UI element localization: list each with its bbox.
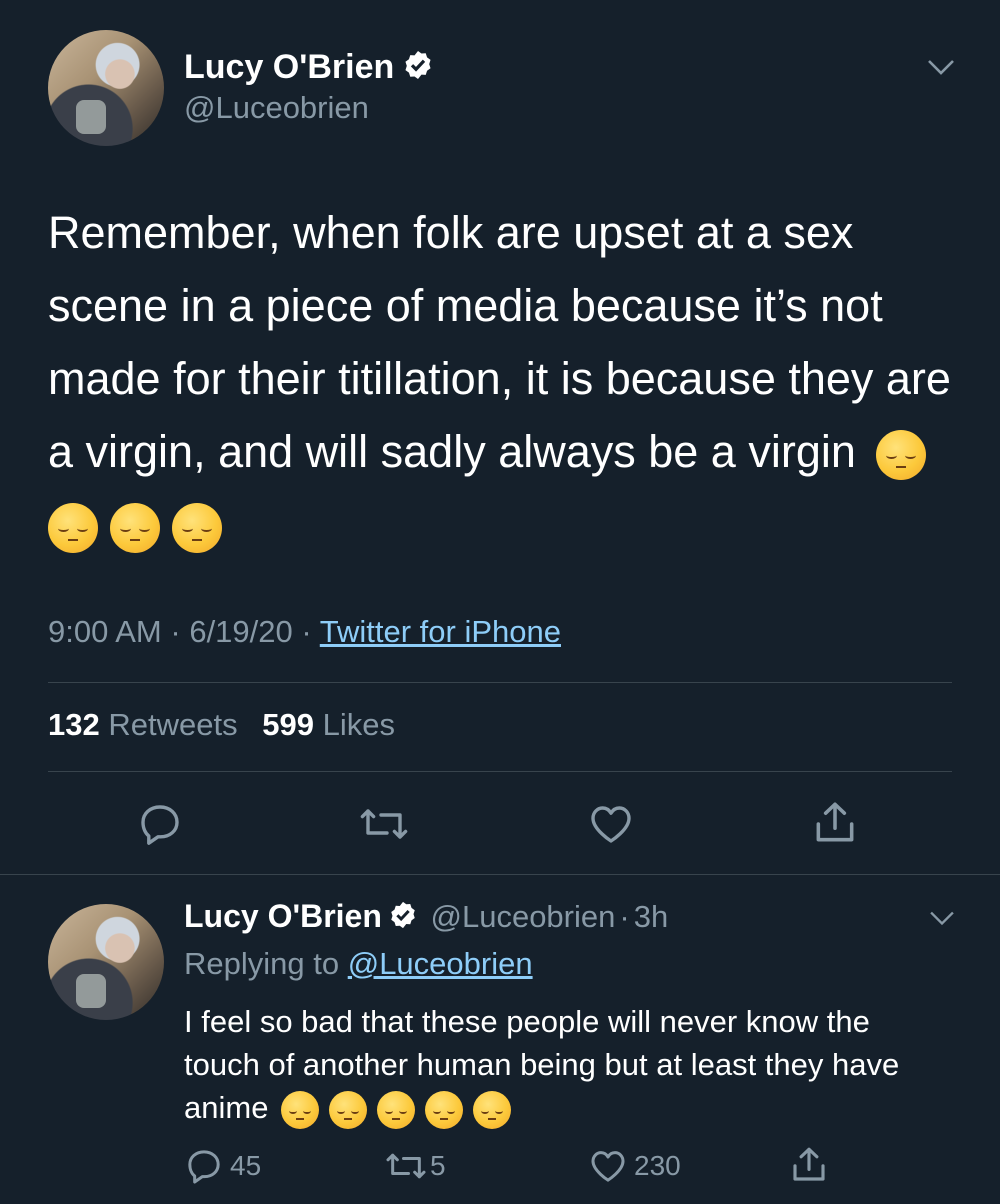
tweet-meta: 9:00 AM · 6/19/20 · Twitter for iPhone: [48, 614, 561, 650]
chevron-down-icon[interactable]: [926, 56, 956, 83]
likes-stat[interactable]: 599 Likes: [262, 707, 395, 742]
replying-to-handle-link[interactable]: @Luceobrien: [348, 946, 533, 981]
pensive-face-emoji: [48, 503, 98, 554]
reply-icon: [141, 805, 179, 845]
pensive-face-emoji: [172, 503, 222, 554]
tweet-source-link[interactable]: Twitter for iPhone: [320, 614, 561, 649]
reply-icon: [188, 1150, 220, 1184]
meta-separator: ·: [301, 614, 312, 649]
reply-author-handle[interactable]: @Luceobrien: [431, 899, 616, 934]
reply-text: I feel so bad that these people will nev…: [184, 1000, 924, 1129]
reply-separator: ·: [619, 899, 630, 934]
pensive-face-emoji: [329, 1090, 368, 1129]
tweet-text: Remember, when folk are upset at a sex s…: [48, 196, 968, 561]
reply-like-button[interactable]: 230: [588, 1146, 681, 1186]
like-icon: [591, 1151, 625, 1182]
pensive-face-emoji: [425, 1090, 464, 1129]
retweet-button[interactable]: [358, 800, 410, 848]
pensive-face-emoji: [473, 1090, 512, 1129]
tweet-text-content: Remember, when folk are upset at a sex s…: [48, 207, 951, 477]
likes-count: 599: [262, 707, 314, 742]
avatar-glass-detail: [76, 100, 106, 134]
retweets-count: 132: [48, 707, 100, 742]
retweets-label: Retweets: [108, 707, 238, 742]
pensive-face-emoji: [876, 430, 927, 481]
share-icon: [816, 802, 854, 842]
like-icon: [591, 806, 631, 843]
verified-badge-icon: [402, 49, 434, 90]
author-handle[interactable]: @Luceobrien: [184, 90, 369, 126]
replying-to-label: Replying to: [184, 946, 340, 981]
like-button[interactable]: [586, 800, 636, 848]
reply-share-button[interactable]: [788, 1144, 830, 1186]
reply-author-avatar[interactable]: [48, 904, 164, 1020]
retweet-icon: [386, 1153, 426, 1179]
retweets-stat[interactable]: 132 Retweets: [48, 707, 238, 742]
reply-header: Lucy O'Brien @Luceobrien · 3h: [184, 898, 668, 938]
retweet-count: 5: [430, 1150, 446, 1181]
section-divider: [0, 874, 1000, 875]
like-count: 230: [634, 1150, 681, 1181]
tweet-stats: 132 Retweets 599 Likes: [48, 707, 395, 743]
reply-author-name[interactable]: Lucy O'Brien: [184, 898, 382, 934]
avatar-glass-detail: [76, 974, 106, 1008]
reply-age: 3h: [633, 899, 669, 934]
author-name[interactable]: Lucy O'Brien: [184, 48, 394, 86]
pensive-face-emoji: [377, 1090, 416, 1129]
share-button[interactable]: [810, 798, 860, 848]
replying-to: Replying to @Luceobrien: [184, 946, 533, 982]
divider: [48, 771, 952, 772]
reply-count: 45: [230, 1150, 262, 1181]
author-avatar[interactable]: [48, 30, 164, 146]
likes-label: Likes: [322, 707, 395, 742]
retweet-icon: [360, 809, 408, 839]
emoji-group: [281, 1090, 521, 1129]
reply-reply-button[interactable]: 45: [184, 1146, 261, 1186]
tweet-date: 6/19/20: [189, 614, 293, 649]
meta-separator: ·: [170, 614, 181, 649]
reply-button[interactable]: [136, 800, 184, 848]
divider: [48, 682, 952, 683]
pensive-face-emoji: [281, 1090, 320, 1129]
tweet-time: 9:00 AM: [48, 614, 162, 649]
chevron-down-icon[interactable]: [928, 908, 956, 933]
verified-badge-icon: [388, 900, 418, 938]
author-name-row[interactable]: Lucy O'Brien: [184, 48, 434, 90]
share-icon: [793, 1147, 825, 1181]
pensive-face-emoji: [110, 503, 160, 554]
reply-retweet-button[interactable]: 5: [384, 1146, 446, 1186]
